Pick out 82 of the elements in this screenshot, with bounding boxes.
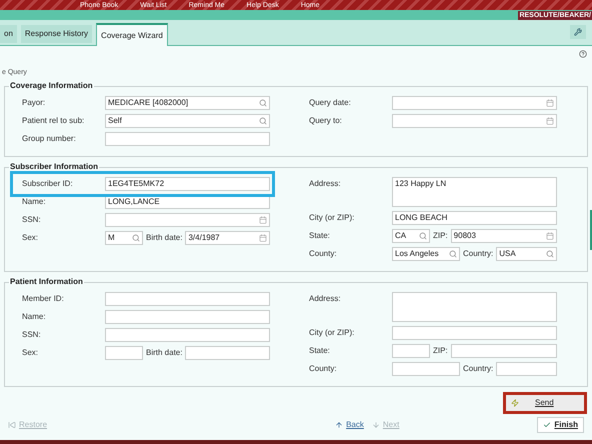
- field-label: City (or ZIP):: [308, 212, 356, 223]
- calendar-icon: [546, 117, 554, 125]
- field-label: ZIP:: [432, 230, 449, 242]
- input-field[interactable]: [105, 328, 270, 342]
- input-field[interactable]: 90803: [450, 229, 557, 243]
- field-label: ZIP:: [432, 345, 449, 357]
- lightning-icon: [511, 399, 519, 407]
- input-field[interactable]: Los Angeles: [392, 247, 460, 261]
- input-field[interactable]: [496, 362, 557, 376]
- field-label: Name:: [21, 196, 47, 207]
- field-label: Country:: [462, 248, 494, 260]
- section-title: Subscriber Information: [9, 162, 100, 172]
- field-label: State:: [308, 230, 331, 241]
- finish-button[interactable]: Finish: [537, 417, 584, 433]
- input-field[interactable]: [185, 346, 270, 360]
- input-field[interactable]: USA: [496, 247, 557, 261]
- field-label: County:: [308, 248, 338, 259]
- field-label: Subscriber ID:: [21, 178, 74, 189]
- tab[interactable]: Coverage Wizard: [96, 23, 168, 46]
- field-label: Birth date:: [145, 347, 184, 359]
- field-label: Address:: [308, 293, 342, 304]
- input-field[interactable]: [105, 213, 270, 227]
- field-label: State:: [308, 345, 331, 356]
- section-title: Patient Information: [9, 277, 84, 287]
- calendar-icon: [546, 99, 554, 107]
- back-icon: [335, 421, 344, 429]
- calendar-icon: [546, 232, 554, 240]
- input-field[interactable]: 1EG4TE5MK72: [105, 177, 270, 191]
- restore-icon: [8, 421, 16, 429]
- input-field[interactable]: 3/4/1987: [185, 231, 270, 245]
- input-field[interactable]: [392, 114, 557, 128]
- section-title: Coverage Information: [9, 81, 94, 91]
- tab[interactable]: on: [0, 25, 17, 43]
- input-field[interactable]: [392, 326, 557, 340]
- input-field[interactable]: [450, 344, 557, 358]
- search-icon: [259, 99, 267, 107]
- send-button[interactable]: Send: [506, 395, 584, 411]
- input-field[interactable]: 123 Happy LN: [392, 177, 557, 207]
- field-label: Sex:: [21, 347, 40, 358]
- field-label: City (or ZIP):: [308, 327, 356, 338]
- input-field[interactable]: M: [105, 231, 143, 245]
- input-field[interactable]: [392, 292, 557, 322]
- settings-button[interactable]: [570, 25, 586, 39]
- field-label: Name:: [21, 311, 47, 322]
- field-label: Query to:: [308, 115, 343, 126]
- field-label: Payor:: [21, 97, 46, 108]
- input-field[interactable]: [105, 346, 143, 360]
- next-icon: [372, 421, 380, 429]
- input-field[interactable]: Self: [105, 114, 270, 128]
- field-label: Query date:: [308, 97, 352, 108]
- input-field[interactable]: CA: [392, 229, 430, 243]
- input-field[interactable]: [105, 132, 270, 146]
- search-icon: [546, 250, 554, 258]
- help-icon: [579, 50, 587, 58]
- input-field[interactable]: MEDICARE [4082000]: [105, 96, 270, 110]
- tab[interactable]: Response History: [20, 25, 92, 43]
- field-label: Patient rel to sub:: [21, 115, 86, 126]
- input-field[interactable]: [392, 362, 460, 376]
- field-label: Sex:: [21, 232, 40, 243]
- field-label: SSN:: [21, 329, 42, 340]
- input-field[interactable]: [105, 310, 270, 324]
- wrench-icon: [574, 28, 582, 36]
- field-label: Country:: [462, 363, 494, 375]
- scroll-marker: [590, 210, 592, 250]
- field-label: County:: [308, 363, 338, 374]
- field-label: Address:: [308, 178, 342, 189]
- calendar-icon: [259, 234, 267, 242]
- nav-link[interactable]: Back: [335, 420, 364, 430]
- search-icon: [259, 117, 267, 125]
- search-icon: [419, 232, 427, 240]
- field-label: Birth date:: [145, 232, 184, 244]
- input-field[interactable]: [105, 292, 270, 306]
- input-field[interactable]: [392, 344, 430, 358]
- finish-icon: [543, 421, 552, 429]
- field-label: Group number:: [21, 133, 77, 144]
- field-label: SSN:: [21, 214, 42, 225]
- field-label: Member ID:: [21, 293, 65, 304]
- input-field[interactable]: LONG BEACH: [392, 211, 557, 225]
- search-icon: [449, 250, 457, 258]
- search-icon: [132, 234, 140, 242]
- input-field[interactable]: [392, 96, 557, 110]
- calendar-icon: [259, 216, 267, 224]
